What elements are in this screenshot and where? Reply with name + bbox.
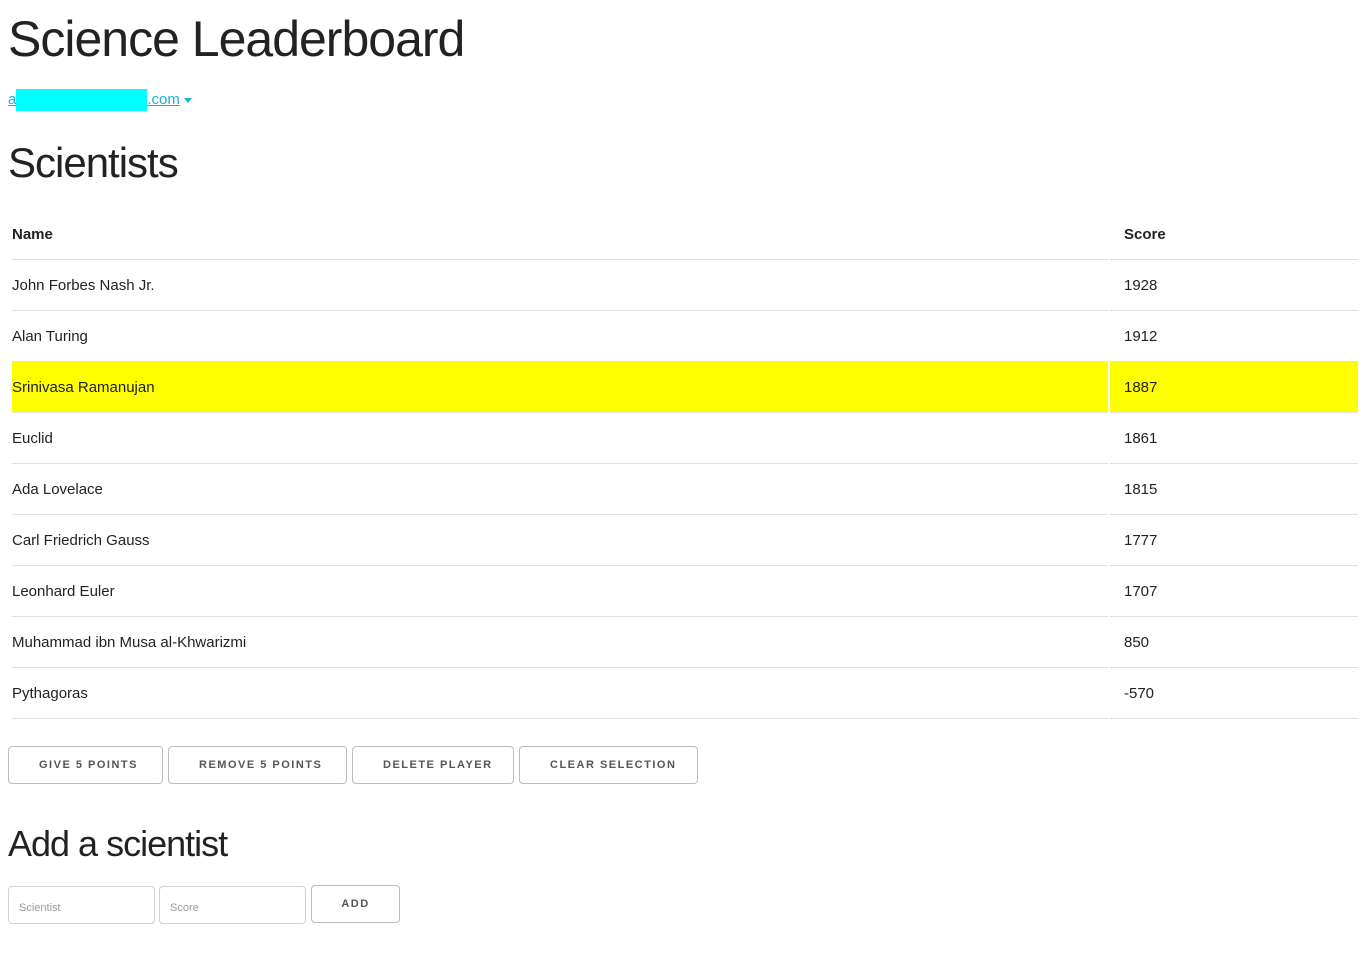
leaderboard-table: Name Score John Forbes Nash Jr. 1928 Alan …	[10, 210, 1360, 719]
table-row[interactable]: Muhammad ibn Musa al-Khwarizmi 850	[12, 617, 1358, 668]
scientist-score: -570	[1110, 668, 1358, 719]
table-row[interactable]: Alan Turing 1912	[12, 311, 1358, 362]
player-actions: GIVE 5 POINTS REMOVE 5 POINTS DELETE PLA…	[8, 746, 698, 784]
account-menu-link[interactable]: a .com	[8, 89, 192, 111]
give-5-points-button[interactable]: GIVE 5 POINTS	[8, 746, 163, 784]
table-row[interactable]: Carl Friedrich Gauss 1777	[12, 515, 1358, 566]
caret-down-icon	[183, 97, 192, 103]
scientist-score: 1912	[1110, 311, 1358, 362]
account-email-suffix: .com	[147, 91, 180, 108]
leaderboard-rows: John Forbes Nash Jr. 1928 Alan Turing 1912 S…	[12, 260, 1358, 719]
scientist-score: 1707	[1110, 566, 1358, 617]
scientist-name: Pythagoras	[12, 668, 1108, 719]
add-button[interactable]: ADD	[311, 885, 400, 923]
scientist-name: Ada Lovelace	[12, 464, 1108, 515]
scientist-name: Leonhard Euler	[12, 566, 1108, 617]
scientist-score: 1887	[1110, 362, 1358, 413]
scientist-name: John Forbes Nash Jr.	[12, 260, 1108, 311]
add-scientist-form: ADD	[8, 885, 400, 924]
table-row[interactable]: Euclid 1861	[12, 413, 1358, 464]
scientist-name-input[interactable]	[8, 886, 155, 924]
table-row[interactable]: Leonhard Euler 1707	[12, 566, 1358, 617]
scientist-score: 1928	[1110, 260, 1358, 311]
page-title: Science Leaderboard	[8, 11, 465, 67]
table-row[interactable]: Ada Lovelace 1815	[12, 464, 1358, 515]
table-header-row: Name Score	[12, 210, 1358, 260]
scientist-name: Srinivasa Ramanujan	[12, 362, 1108, 413]
scientist-score: 850	[1110, 617, 1358, 668]
scientist-score: 1815	[1110, 464, 1358, 515]
column-header-name: Name	[12, 210, 1108, 260]
table-row[interactable]: John Forbes Nash Jr. 1928	[12, 260, 1358, 311]
table-row[interactable]: Pythagoras -570	[12, 668, 1358, 719]
delete-player-button[interactable]: DELETE PLAYER	[352, 746, 514, 784]
clear-selection-button[interactable]: CLEAR SELECTION	[519, 746, 698, 784]
table-row[interactable]: Srinivasa Ramanujan 1887	[12, 362, 1358, 413]
scientists-heading: Scientists	[8, 139, 179, 186]
redacted-block	[16, 89, 148, 111]
scientist-name: Muhammad ibn Musa al-Khwarizmi	[12, 617, 1108, 668]
add-scientist-heading: Add a scientist	[8, 823, 228, 864]
account-email-prefix: a	[8, 91, 17, 108]
scientist-name: Euclid	[12, 413, 1108, 464]
column-header-score: Score	[1110, 210, 1358, 260]
scientist-score: 1777	[1110, 515, 1358, 566]
score-input[interactable]	[159, 886, 306, 924]
scientist-name: Alan Turing	[12, 311, 1108, 362]
scientist-score: 1861	[1110, 413, 1358, 464]
scientist-name: Carl Friedrich Gauss	[12, 515, 1108, 566]
remove-5-points-button[interactable]: REMOVE 5 POINTS	[168, 746, 347, 784]
